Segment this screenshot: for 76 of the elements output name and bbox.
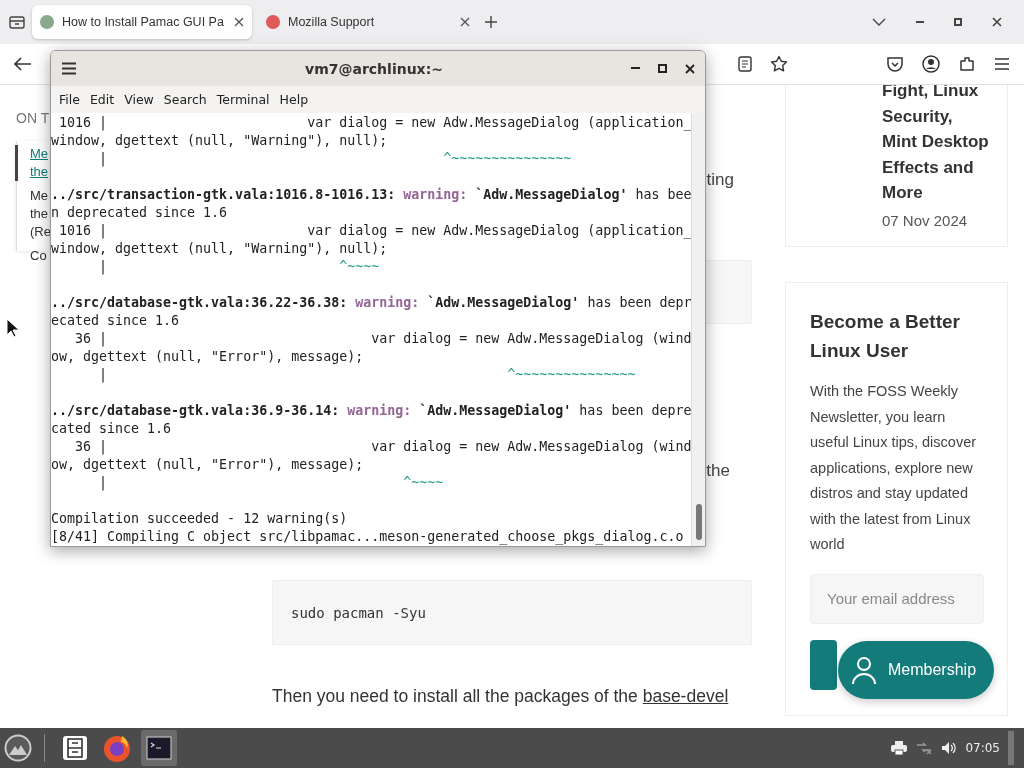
scrollbar[interactable] — [691, 113, 705, 546]
newsletter-heading: Become a Better Linux User — [810, 310, 961, 363]
menu-item[interactable]: Help — [275, 90, 313, 109]
terminal-line: ../src/database-gtk.vala:36.22-36.38: warning: `Adw.MessageDialog' has been depr — [51, 294, 692, 312]
terminal-line: n deprecated since 1.6 — [51, 204, 229, 222]
terminal-line: window, dgettext (null, "Warning"), null); — [51, 240, 389, 258]
terminal-line: ow, dgettext (null, "Error"), message); — [51, 348, 365, 366]
paragraph-fragment: the — [706, 461, 731, 481]
favicon-icon — [266, 15, 280, 29]
terminal-line: cated since 1.6 — [51, 420, 173, 438]
close-icon[interactable] — [460, 17, 470, 27]
menu-item[interactable]: Search — [159, 90, 211, 109]
terminal-line: ecated since 1.6 — [51, 312, 181, 330]
terminal-line: Compilation succeeded - 12 warning(s) — [51, 510, 349, 528]
browser-tab[interactable]: Mozilla Support — [258, 5, 478, 39]
network-disconnected-icon[interactable] — [915, 741, 934, 755]
terminal-line: [8/41] Compiling C object src/libpamac...meson-generated_choose_pkgs_dialog.c.o — [51, 528, 685, 546]
menu-icon[interactable] — [61, 62, 77, 75]
toc-heading: ON T — [16, 110, 50, 126]
paragraph-fragment: ting — [706, 170, 735, 190]
terminal-line: 1016 | var dialog = new Adw.MessageDialog (application_ — [58, 222, 692, 240]
terminal-line: | ^~~~~~~~~~~~~~~~ — [98, 150, 573, 168]
account-icon[interactable] — [922, 55, 940, 73]
panel-handle[interactable] — [1008, 731, 1014, 765]
menu-item[interactable]: View — [120, 90, 158, 109]
mountain-logo-icon[interactable] — [4, 734, 32, 762]
printer-icon[interactable] — [891, 741, 908, 755]
paragraph: Then you need to install all the packages of the base-devel — [272, 685, 730, 708]
code-text: sudo pacman -Syu — [291, 604, 426, 621]
submit-button[interactable] — [810, 639, 837, 690]
person-icon — [850, 655, 878, 685]
maximize-icon[interactable] — [954, 18, 962, 26]
back-arrow-icon[interactable] — [14, 57, 32, 71]
menu-item[interactable]: File — [55, 90, 84, 109]
terminal-line: | ^~~~~ — [98, 258, 381, 276]
minimize-icon[interactable] — [631, 67, 640, 70]
link[interactable]: base-devel — [642, 686, 729, 706]
newsletter-text: With the FOSS Weekly Newsletter, you learn useful Linux tips, discover applications, explore new distros and stay updated with the latest from Linux world — [810, 382, 978, 554]
favicon-icon — [40, 15, 54, 29]
clock[interactable]: 07:05 — [965, 741, 1000, 755]
close-icon[interactable] — [234, 17, 244, 27]
reader-view-icon[interactable] — [738, 56, 752, 72]
extensions-icon[interactable] — [958, 55, 976, 73]
terminal-line: | ^~~~~~~~~~~~~~~~ — [98, 366, 637, 384]
email-field[interactable]: Your email address — [810, 573, 984, 624]
window-title: vm7@archlinux:~ — [304, 60, 444, 77]
mouse-pointer-icon — [6, 318, 20, 338]
membership-button[interactable]: Membership — [838, 641, 994, 699]
terminal-line: | ^~~~~ — [98, 474, 445, 492]
close-icon[interactable] — [685, 63, 695, 74]
chevron-down-icon[interactable] — [872, 18, 886, 26]
terminal-line: window, dgettext (null, "Warning"), null); — [51, 132, 389, 150]
toc-link[interactable]: Me the — [15, 145, 47, 181]
terminal-line: 1016 | var dialog = new Adw.MessageDialog (application_ — [58, 114, 692, 132]
maximize-icon[interactable] — [658, 64, 667, 73]
terminal-line: 36 | var dialog = new Adw.MessageDialog (wind — [74, 330, 692, 348]
star-icon[interactable] — [770, 55, 788, 73]
new-tab-icon[interactable] — [484, 15, 498, 29]
terminal-line: 36 | var dialog = new Adw.MessageDialog (wind — [74, 438, 692, 456]
browser-tab[interactable]: How to Install Pamac GUI Pa — [32, 5, 252, 39]
file-cabinet-icon[interactable] — [62, 735, 88, 761]
terminal-line: ../src/database-gtk.vala:36.9-36.14: warning: `Adw.MessageDialog' has been depre — [51, 402, 692, 420]
firefox-icon[interactable] — [102, 733, 132, 763]
menu-item[interactable]: Edit — [85, 90, 119, 109]
menu-item[interactable]: Terminal — [212, 90, 274, 109]
close-icon[interactable] — [992, 17, 1002, 27]
pocket-icon[interactable] — [886, 56, 904, 72]
post-date: 07 Nov 2024 — [882, 211, 969, 229]
terminal-line: ow, dgettext (null, "Error"), message); — [51, 456, 365, 474]
terminal-line: ../src/transaction-gtk.vala:1016.8-1016.13: warning: `Adw.MessageDialog' has bee — [51, 186, 692, 204]
minimize-icon[interactable] — [916, 20, 924, 24]
terminal-icon[interactable] — [146, 736, 172, 760]
menu-icon[interactable] — [994, 57, 1010, 71]
toc-link[interactable]: Co — [15, 247, 47, 265]
tab-list-icon[interactable] — [8, 13, 26, 31]
volume-icon[interactable] — [941, 741, 958, 755]
